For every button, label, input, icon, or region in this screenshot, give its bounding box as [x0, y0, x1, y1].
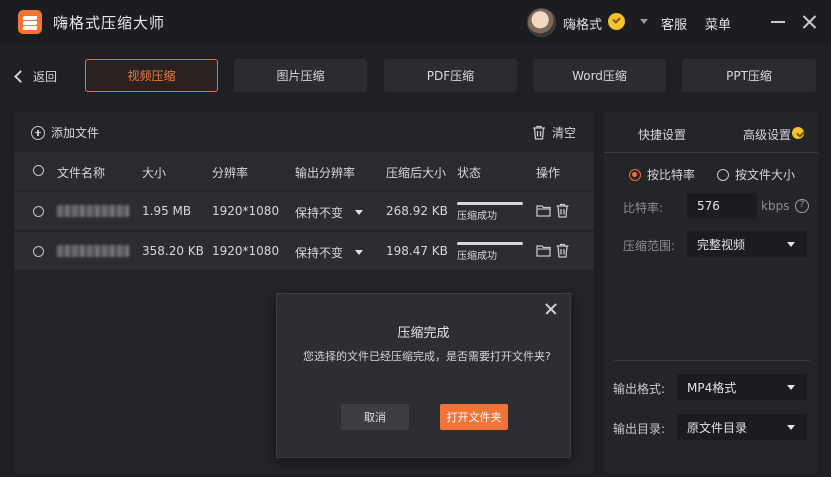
progress-bar [457, 242, 523, 245]
settings-panel: 快捷设置 高级设置 按比特率 按文件大小 比特率: 576 kbps ? 压缩范… [604, 112, 818, 474]
compressed-size: 198.47 KB [386, 244, 448, 258]
output-resolution-select[interactable]: 保持不变 [295, 204, 364, 221]
close-window-button[interactable] [797, 10, 821, 34]
dir-select[interactable]: 原文件目录 [677, 414, 807, 440]
col-compressed-size: 压缩后大小 [386, 166, 447, 180]
table-row[interactable]: 1.95 MB 1920*1080 保持不变 268.92 KB 压缩成功 [14, 192, 594, 230]
table-row[interactable]: 358.20 KB 1920*1080 保持不变 198.47 KB 压缩成功 [14, 232, 594, 270]
format-label: 输出格式: [613, 382, 666, 396]
chevron-left-icon [14, 69, 27, 83]
status-text: 压缩成功 [457, 251, 497, 262]
compress-complete-dialog: 压缩完成 您选择的文件已经压缩完成，是否需要打开文件夹? 取消 打开文件夹 [276, 293, 571, 458]
range-value: 完整视频 [697, 237, 746, 252]
back-label: 返回 [33, 69, 58, 84]
add-file-button[interactable]: 添加文件 [31, 124, 99, 141]
menu-link[interactable]: 菜单 [705, 14, 731, 33]
dropdown-arrow-icon [787, 384, 795, 390]
tab-advanced-settings[interactable]: 高级设置 [743, 126, 791, 143]
dialog-message: 您选择的文件已经压缩完成，是否需要打开文件夹? [303, 350, 551, 363]
output-resolution-value: 保持不变 [295, 206, 344, 220]
back-button[interactable]: 返回 [10, 64, 60, 88]
format-value: MP4格式 [687, 380, 737, 395]
dropdown-arrow-icon [787, 424, 795, 430]
col-actions: 操作 [536, 166, 561, 180]
tab-video-compress[interactable]: 视频压缩 [85, 59, 218, 92]
bitrate-input[interactable]: 576 [687, 193, 757, 219]
file-size: 358.20 KB [142, 244, 204, 258]
add-circle-icon [31, 125, 45, 140]
username[interactable]: 嗨格式 [563, 14, 602, 33]
mode-bitrate-label: 按比特率 [647, 168, 696, 182]
minimize-button[interactable] [765, 10, 789, 34]
col-size: 大小 [142, 166, 167, 180]
tab-image-compress[interactable]: 图片压缩 [234, 59, 367, 92]
mode-filesize-label: 按文件大小 [735, 168, 796, 182]
progress-bar [457, 202, 523, 205]
add-file-label: 添加文件 [51, 126, 100, 140]
clear-label: 清空 [552, 126, 577, 140]
file-resolution: 1920*1080 [212, 204, 280, 218]
delete-icon[interactable] [555, 203, 570, 218]
user-avatar[interactable] [527, 8, 556, 37]
dir-value: 原文件目录 [687, 420, 748, 435]
mode-filesize-radio[interactable]: 按文件大小 [717, 166, 795, 183]
folder-icon[interactable] [536, 203, 551, 218]
clear-button[interactable]: 清空 [532, 124, 576, 141]
folder-icon[interactable] [536, 243, 551, 258]
tab-divider [604, 152, 818, 153]
dropdown-arrow-icon [355, 210, 364, 215]
tab-ppt-compress[interactable]: PPT压缩 [682, 59, 816, 92]
col-resolution: 分辨率 [212, 166, 249, 180]
app-logo-icon [18, 10, 42, 34]
dropdown-arrow-icon [787, 241, 795, 247]
col-status: 状态 [457, 166, 482, 180]
app-title: 嗨格式压缩大师 [53, 14, 166, 32]
help-icon[interactable]: ? [795, 199, 809, 213]
file-size: 1.95 MB [142, 204, 192, 218]
file-name-blurred [57, 205, 129, 217]
dropdown-arrow-icon [355, 250, 364, 255]
file-toolbar: 添加文件 清空 [14, 112, 594, 152]
radio-selected-icon [629, 168, 641, 181]
mode-bitrate-radio[interactable]: 按比特率 [629, 166, 695, 183]
file-resolution: 1920*1080 [212, 244, 280, 258]
table-header: 文件名称 大小 分辨率 输出分辨率 压缩后大小 状态 操作 [14, 152, 594, 190]
range-select[interactable]: 完整视频 [687, 231, 807, 257]
status-text: 压缩成功 [457, 211, 497, 222]
vip-badge-icon [792, 127, 804, 139]
tab-quick-settings[interactable]: 快捷设置 [638, 126, 686, 143]
tab-word-compress[interactable]: Word压缩 [533, 59, 666, 92]
row-select-radio[interactable] [33, 206, 44, 217]
divider [614, 360, 810, 361]
output-resolution-value: 保持不变 [295, 246, 344, 260]
compressed-size: 268.92 KB [386, 204, 448, 218]
output-resolution-select[interactable]: 保持不变 [295, 244, 364, 261]
col-filename: 文件名称 [57, 166, 106, 180]
row-select-radio[interactable] [33, 246, 44, 257]
format-select[interactable]: MP4格式 [677, 374, 807, 400]
delete-icon[interactable] [555, 243, 570, 258]
range-label: 压缩范围: [623, 239, 676, 253]
bitrate-unit: kbps [761, 199, 790, 213]
tab-pdf-compress[interactable]: PDF压缩 [384, 59, 517, 92]
open-folder-button[interactable]: 打开文件夹 [440, 404, 508, 430]
cancel-button[interactable]: 取消 [341, 404, 409, 430]
status-indicator: 压缩成功 [457, 202, 523, 222]
account-dropdown-icon[interactable] [640, 19, 648, 24]
select-all-radio[interactable] [33, 165, 44, 176]
dialog-title: 压缩完成 [397, 326, 450, 341]
file-name-blurred [57, 245, 129, 257]
dir-label: 输出目录: [613, 422, 666, 436]
dialog-close-icon[interactable] [544, 302, 558, 316]
status-indicator: 压缩成功 [457, 242, 523, 262]
vip-badge-icon [608, 13, 625, 30]
title-bar: 嗨格式压缩大师 嗨格式 客服 菜单 [0, 0, 831, 46]
radio-unselected-icon [717, 168, 729, 181]
col-output-resolution: 输出分辨率 [295, 166, 356, 180]
customer-service-link[interactable]: 客服 [661, 14, 687, 33]
bitrate-label: 比特率: [623, 201, 664, 215]
trash-icon [533, 125, 545, 140]
